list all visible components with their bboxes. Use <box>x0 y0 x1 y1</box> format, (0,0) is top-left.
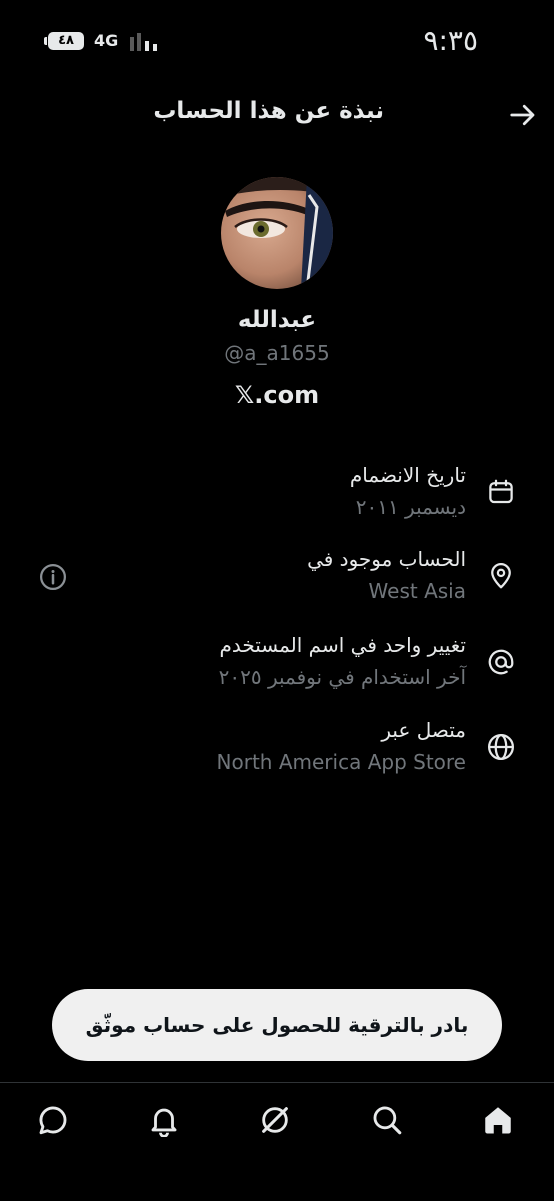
clock: ٩:٣٥ <box>423 24 478 57</box>
location-row: الحساب موجود في West Asia <box>0 547 554 617</box>
join-date-row: تاريخ الانضمام ديسمبر ٢٠١١ <box>0 463 554 533</box>
location-icon <box>491 563 511 589</box>
arrow-right-icon[interactable] <box>508 100 538 130</box>
site-label: 𝕏.com <box>234 381 320 409</box>
page-title: نبذة عن هذا الحساب <box>153 98 384 124</box>
connected-via-value: North America App Store <box>216 750 466 774</box>
at-icon <box>488 649 514 675</box>
username-change-title: تغيير واحد في اسم المستخدم <box>219 633 466 657</box>
upgrade-button[interactable]: بادر بالترقية للحصول على حساب موثّق <box>52 989 502 1061</box>
join-date-title: تاريخ الانضمام <box>349 463 466 487</box>
search-icon[interactable] <box>370 1103 404 1137</box>
location-value: West Asia <box>368 579 466 603</box>
grok-icon[interactable] <box>258 1103 292 1137</box>
messages-icon[interactable] <box>36 1103 70 1137</box>
top-bar: نبذة عن هذا الحساب <box>0 88 554 142</box>
globe-icon <box>488 734 514 760</box>
username-change-value: آخر استخدام في نوفمبر ٢٠٢٥ <box>218 665 466 689</box>
username-change-row: تغيير واحد في اسم المستخدم آخر استخدام ف… <box>0 633 554 703</box>
calendar-icon <box>489 479 513 504</box>
avatar <box>221 177 333 289</box>
location-title: الحساب موجود في <box>307 547 466 571</box>
signal-icon <box>130 33 157 51</box>
notifications-icon[interactable] <box>147 1103 181 1137</box>
profile-handle: @a_a1655 <box>224 341 330 365</box>
join-date-value: ديسمبر ٢٠١١ <box>355 495 466 519</box>
info-icon[interactable] <box>38 562 68 592</box>
bottom-nav <box>0 1082 554 1201</box>
profile-name: عبدالله <box>237 307 317 333</box>
status-bar: ٤٨ 4G ٩:٣٥ <box>0 0 554 80</box>
connected-via-title: متصل عبر <box>381 718 466 742</box>
battery-icon: ٤٨ <box>44 32 84 50</box>
network-type: 4G <box>94 31 119 50</box>
home-icon[interactable] <box>481 1103 515 1137</box>
connected-via-row: متصل عبر North America App Store <box>0 718 554 788</box>
